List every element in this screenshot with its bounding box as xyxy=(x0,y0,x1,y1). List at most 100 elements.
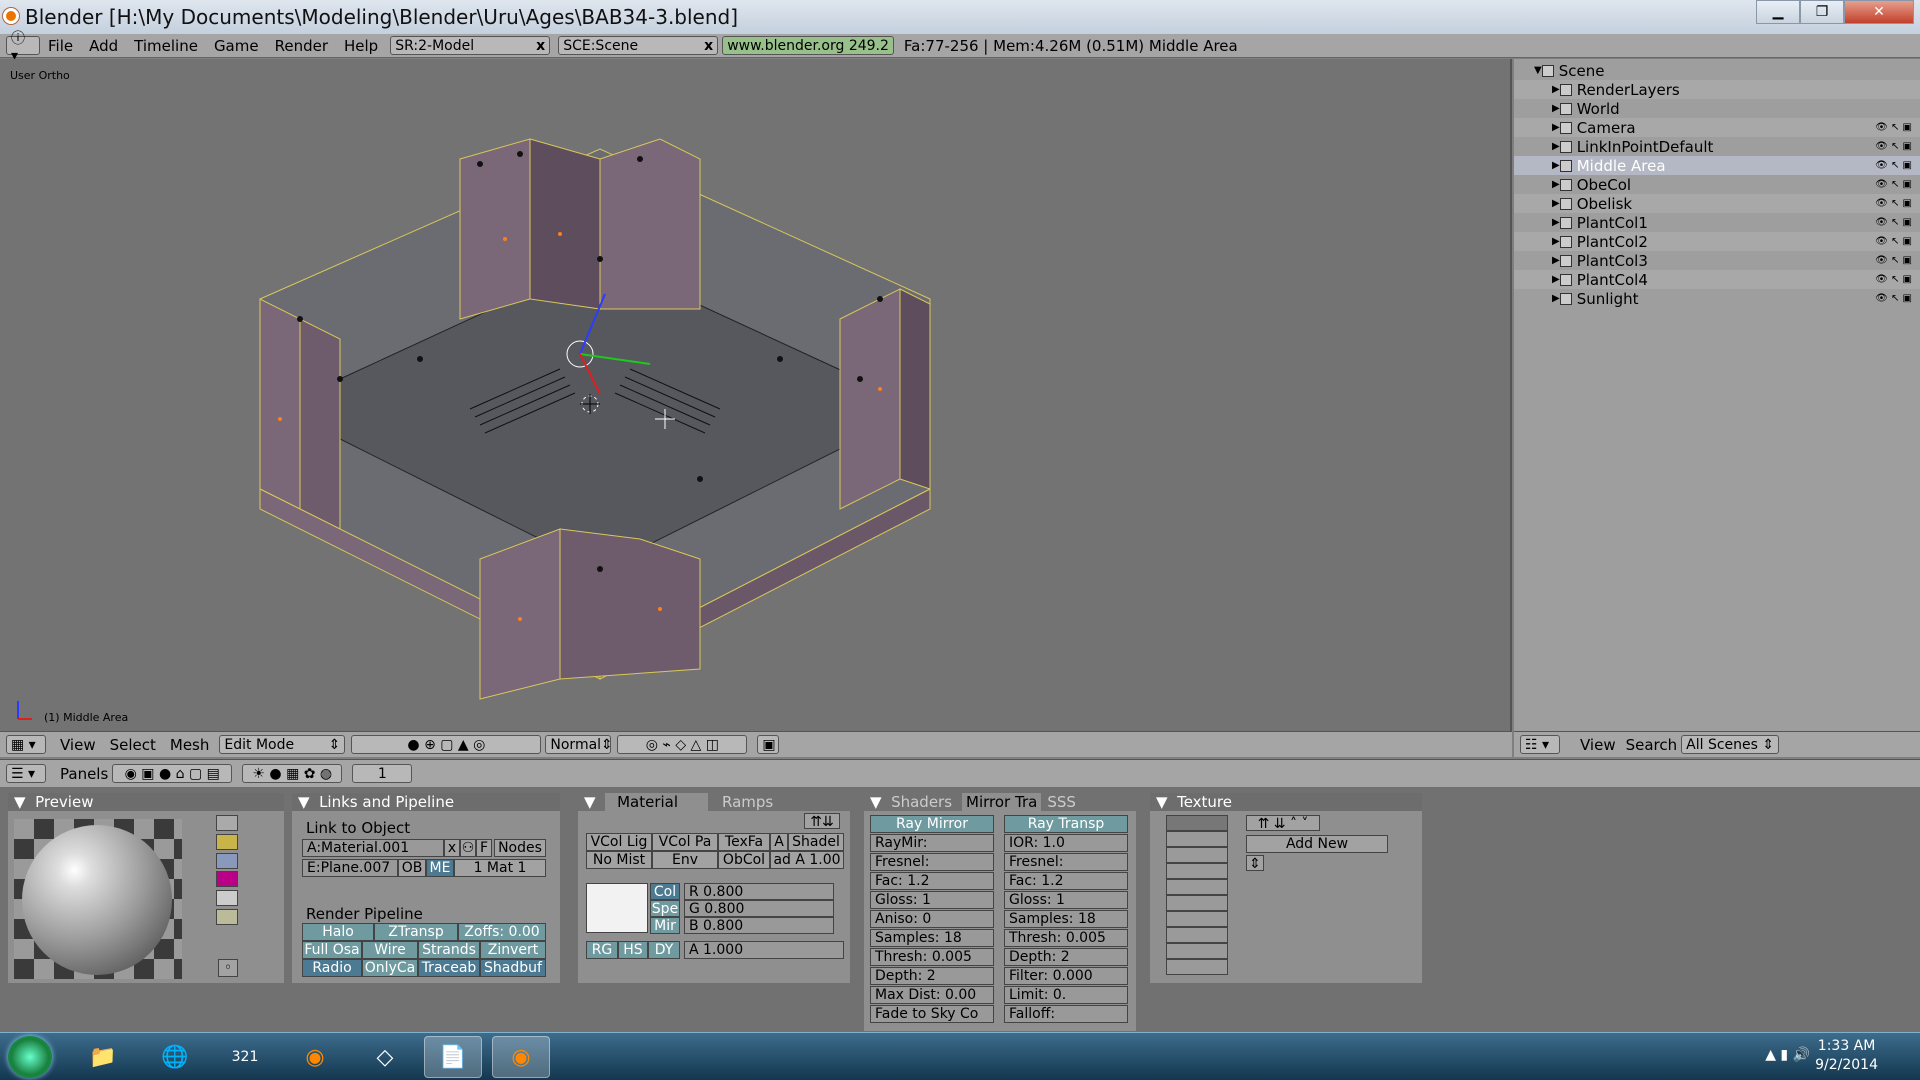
scene-selector[interactable]: SCE:Scene x xyxy=(558,36,719,55)
mirror-field[interactable]: RayMir: xyxy=(870,834,994,852)
mirror-field[interactable]: Falloff: xyxy=(1004,1005,1128,1023)
orientation-selector[interactable]: Normal ⇕ xyxy=(545,735,613,754)
draw-type-buttons[interactable]: ● ⊕ ▢ ▲ ◎ xyxy=(351,735,542,754)
mirror-field[interactable]: Depth: 2 xyxy=(1004,948,1128,966)
explorer-icon[interactable]: 📁 xyxy=(74,1036,132,1078)
view-type-icon[interactable]: ▦ ▾ xyxy=(6,735,46,754)
visibility-toggle-icon[interactable]: 👁 ↖ ▣ xyxy=(1875,122,1912,133)
ztransp-button[interactable]: ZTransp xyxy=(374,923,458,941)
tab-material[interactable]: Material xyxy=(605,793,709,811)
menu-mesh[interactable]: Mesh xyxy=(170,736,210,754)
blender-app-icon[interactable]: ◉ xyxy=(286,1036,344,1078)
expand-arrow-icon[interactable]: ▶ xyxy=(1552,160,1560,171)
mirror-field[interactable]: Depth: 2 xyxy=(870,967,994,985)
mirror-field[interactable]: Aniso: 0 xyxy=(870,910,994,928)
shadeless-button[interactable]: Shadel xyxy=(788,833,844,851)
expand-arrow-icon[interactable]: ▶ xyxy=(1552,179,1560,190)
spe-button[interactable]: Spe xyxy=(650,900,680,917)
outliner-item[interactable]: ▶ PlantCol1 👁 ↖ ▣ xyxy=(1514,213,1920,232)
menu-render[interactable]: Render xyxy=(275,37,328,55)
expand-arrow-icon[interactable]: ▶ xyxy=(1552,255,1560,266)
mirror-field[interactable]: Gloss: 1 xyxy=(1004,891,1128,909)
texture-channel-list[interactable] xyxy=(1166,815,1228,975)
mirror-field[interactable]: Ray Mirror xyxy=(870,815,994,833)
outliner-item[interactable]: ▶ ObeCol 👁 ↖ ▣ xyxy=(1514,175,1920,194)
outliner-scenes-selector[interactable]: All Scenes ⇕ xyxy=(1681,735,1780,754)
visibility-toggle-icon[interactable]: 👁 ↖ ▣ xyxy=(1875,293,1912,304)
editor-type-button[interactable]: ⓘ ▾ xyxy=(6,31,40,64)
expand-arrow-icon[interactable]: ▶ xyxy=(1552,84,1560,95)
tab-sss[interactable]: SSS xyxy=(1047,793,1076,811)
outliner-item[interactable]: ▶ PlantCol2 👁 ↖ ▣ xyxy=(1514,232,1920,251)
texface-alpha-button[interactable]: A xyxy=(770,833,788,851)
expand-arrow-icon[interactable]: ▶ xyxy=(1552,198,1560,209)
outliner-item[interactable]: ▶ Camera 👁 ↖ ▣ xyxy=(1514,118,1920,137)
tab-shaders[interactable]: Shaders xyxy=(891,793,952,811)
link-me-button[interactable]: ME xyxy=(426,859,454,877)
obcol-button[interactable]: ObCol xyxy=(718,851,770,869)
outliner[interactable]: ▼ Scene ▶ RenderLayers ▶ World ▶ Camera 👁 ↖ … xyxy=(1514,59,1920,731)
outliner-item[interactable]: ▶ Middle Area 👁 ↖ ▣ xyxy=(1514,156,1920,175)
close-button[interactable]: ✕ xyxy=(1844,0,1914,24)
expand-arrow-icon[interactable]: ▶ xyxy=(1552,293,1560,304)
vcol-paint-button[interactable]: VCol Pa xyxy=(652,833,718,851)
outliner-item[interactable]: ▶ RenderLayers xyxy=(1514,80,1920,99)
preview-type-buttons[interactable] xyxy=(216,815,238,925)
mir-button[interactable]: Mir xyxy=(650,917,680,934)
menu-add[interactable]: Add xyxy=(89,37,118,55)
mirror-field[interactable]: Filter: 0.000 xyxy=(1004,967,1128,985)
green-slider[interactable]: G 0.800 xyxy=(684,900,834,917)
visibility-toggle-icon[interactable]: 👁 ↖ ▣ xyxy=(1875,160,1912,171)
mirror-field[interactable]: Fac: 1.2 xyxy=(870,872,994,890)
system-clock[interactable]: 1:33 AM 9/2/2014 xyxy=(1815,1037,1878,1075)
traceable-button[interactable]: Traceab xyxy=(418,959,480,977)
menu-game[interactable]: Game xyxy=(214,37,259,55)
texface-button[interactable]: TexFa xyxy=(718,833,770,851)
outliner-item[interactable]: ▶ Obelisk 👁 ↖ ▣ xyxy=(1514,194,1920,213)
material-index-field[interactable]: 1 Mat 1 xyxy=(454,859,546,877)
mesh-name-field[interactable]: E:Plane.007 xyxy=(302,859,398,877)
full-osa-button[interactable]: Full Osa xyxy=(302,941,362,959)
no-mist-button[interactable]: No Mist xyxy=(586,851,652,869)
subcontext-buttons[interactable]: ☀ ● ▦ ✿ ◍ xyxy=(242,764,343,783)
material-fake-user-icon[interactable]: ⚇ xyxy=(460,839,476,857)
mirror-field[interactable]: Max Dist: 0.00 xyxy=(870,986,994,1004)
add-new-texture-button[interactable]: Add New xyxy=(1246,835,1388,853)
mode-selector[interactable]: Edit Mode ⇕ xyxy=(219,735,346,754)
blender-version-link[interactable]: www.blender.org 249.2 xyxy=(722,36,894,55)
visibility-toggle-icon[interactable]: 👁 ↖ ▣ xyxy=(1875,274,1912,285)
snap-buttons[interactable]: ◎ ⌁ ◇ △ ◫ xyxy=(617,735,748,754)
context-buttons[interactable]: ◉ ▣ ● ⌂ ▢ ▤ xyxy=(112,764,233,783)
menu-view[interactable]: View xyxy=(60,736,96,754)
menu-select[interactable]: Select xyxy=(110,736,156,754)
mirror-field[interactable]: Samples: 18 xyxy=(870,929,994,947)
tab-ramps[interactable]: Ramps xyxy=(722,793,773,811)
vcol-light-button[interactable]: VCol Lig xyxy=(586,833,652,851)
frame-field[interactable]: 1 xyxy=(352,764,413,783)
radio-button[interactable]: Radio xyxy=(302,959,362,977)
material-name-field[interactable]: A:Material.001 xyxy=(302,839,444,857)
shadbuf-button[interactable]: Shadbuf xyxy=(480,959,546,977)
tab-mirror-transp[interactable]: Mirror Tra xyxy=(962,793,1042,811)
nodes-button[interactable]: Nodes xyxy=(494,839,546,857)
onlycast-button[interactable]: OnlyCa xyxy=(362,959,418,977)
alpha-slider[interactable]: A 1.000 xyxy=(684,941,844,959)
unity-app-icon[interactable]: ◇ xyxy=(356,1036,414,1078)
texture-browse-button[interactable]: ⇕ xyxy=(1246,855,1264,871)
texture-arrow-buttons[interactable]: ⇈ ⇊ ˄ ˅ xyxy=(1246,815,1320,831)
outliner-search-menu[interactable]: Search xyxy=(1626,736,1678,754)
mirror-field[interactable]: Fac: 1.2 xyxy=(1004,872,1128,890)
mirror-field[interactable]: IOR: 1.0 xyxy=(1004,834,1128,852)
outliner-item[interactable]: ▶ PlantCol4 👁 ↖ ▣ xyxy=(1514,270,1920,289)
material-arrow-buttons[interactable]: ⇈⇊ xyxy=(804,813,840,829)
start-button[interactable] xyxy=(8,1036,52,1078)
outliner-item[interactable]: ▶ PlantCol3 👁 ↖ ▣ xyxy=(1514,251,1920,270)
calendar-app-icon[interactable]: 321 xyxy=(216,1036,274,1078)
expand-arrow-icon[interactable]: ▶ xyxy=(1552,274,1560,285)
wire-button[interactable]: Wire xyxy=(362,941,418,959)
visibility-toggle-icon[interactable]: 👁 ↖ ▣ xyxy=(1875,236,1912,247)
mirror-field[interactable]: Fade to Sky Co xyxy=(870,1005,994,1023)
menu-help[interactable]: Help xyxy=(344,37,378,55)
dyn-mode-button[interactable]: DY xyxy=(648,941,680,959)
material-unlink-button[interactable]: x xyxy=(444,839,460,857)
